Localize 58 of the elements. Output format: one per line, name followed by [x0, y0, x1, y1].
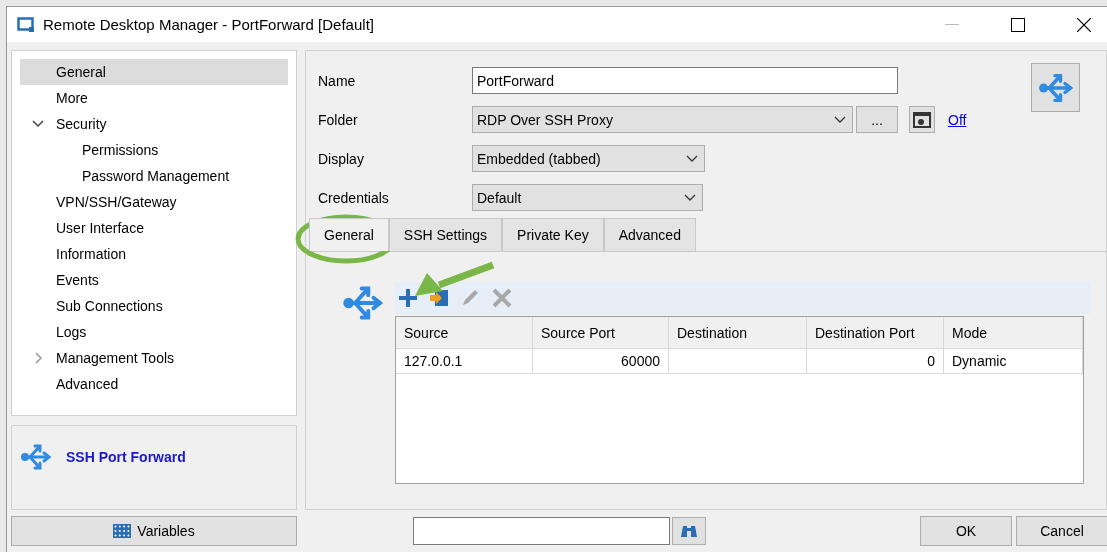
caret-icon	[684, 193, 696, 202]
window-icon	[913, 111, 931, 128]
window-icon-button[interactable]	[909, 106, 935, 133]
tab[interactable]: Advanced	[603, 218, 696, 251]
close-icon	[1077, 17, 1091, 32]
folder-dropdown[interactable]: RDP Over SSH Proxy	[472, 106, 853, 133]
field-label: Name	[318, 72, 357, 89]
sidebar-item[interactable]: Security	[20, 111, 288, 137]
binoculars-icon	[679, 523, 699, 539]
maximize-icon	[1011, 17, 1025, 32]
sidebar-item[interactable]: Sub Connections	[20, 293, 288, 319]
entry-type-label: SSH Port Forward	[66, 448, 186, 465]
sidebar-item[interactable]: Management Tools	[20, 345, 288, 371]
sidebar-item[interactable]: VPN/SSH/Gateway	[20, 189, 288, 215]
browse-button[interactable]: ...	[856, 106, 898, 133]
off-link[interactable]: Off	[948, 111, 967, 128]
column-header[interactable]: Destination	[669, 317, 807, 349]
search-field[interactable]	[413, 517, 670, 545]
sidebar-item[interactable]: Permissions	[20, 137, 288, 163]
caret-icon	[686, 154, 698, 163]
sidebar-item[interactable]: Events	[20, 267, 288, 293]
sidebar-item[interactable]: Advanced	[20, 371, 288, 397]
tab[interactable]: SSH Settings	[388, 218, 503, 251]
field-label: Credentials	[318, 189, 390, 206]
sidebar-item[interactable]: More	[20, 85, 288, 111]
window-title: Remote Desktop Manager - PortForward [Default]	[43, 16, 375, 33]
ok-button[interactable]: OK	[920, 516, 1012, 546]
column-header[interactable]: Mode	[944, 317, 1083, 349]
table-cell: Dynamic	[944, 349, 1083, 374]
sidebar-item[interactable]: User Interface	[20, 215, 288, 241]
variables-button[interactable]: Variables	[11, 516, 297, 546]
field-label: Folder	[318, 111, 359, 128]
cancel-button[interactable]: Cancel	[1016, 516, 1107, 546]
column-header[interactable]: Source	[396, 317, 533, 349]
column-header[interactable]: Destination Port	[807, 317, 944, 349]
minimize-icon	[945, 23, 959, 26]
dropdown[interactable]: Default	[472, 184, 703, 211]
table-cell: 127.0.0.1	[396, 349, 533, 374]
entry-icon-button[interactable]	[1031, 63, 1080, 112]
app-icon	[17, 16, 35, 33]
column-header[interactable]: Source Port	[533, 317, 669, 349]
chevron-down-icon[interactable]	[32, 118, 44, 130]
tab[interactable]: Private Key	[502, 218, 604, 251]
dropdown[interactable]: Embedded (tabbed)	[472, 145, 705, 172]
name-field[interactable]: PortForward	[472, 67, 898, 94]
caret-icon	[834, 115, 846, 124]
table-cell: 60000	[533, 349, 669, 374]
tab[interactable]: General	[309, 218, 389, 251]
add-icon[interactable]	[397, 287, 419, 309]
chevron-right-icon[interactable]	[32, 352, 44, 364]
field-label: Display	[318, 150, 365, 167]
find-button[interactable]	[672, 517, 706, 545]
sidebar-item[interactable]: General	[20, 59, 288, 85]
sidebar-item[interactable]: Password Management	[20, 163, 288, 189]
sidebar-item[interactable]: Logs	[20, 319, 288, 345]
table-cell: 0	[807, 349, 944, 374]
sidebar-item[interactable]: Information	[20, 241, 288, 267]
grid-icon	[113, 524, 132, 538]
